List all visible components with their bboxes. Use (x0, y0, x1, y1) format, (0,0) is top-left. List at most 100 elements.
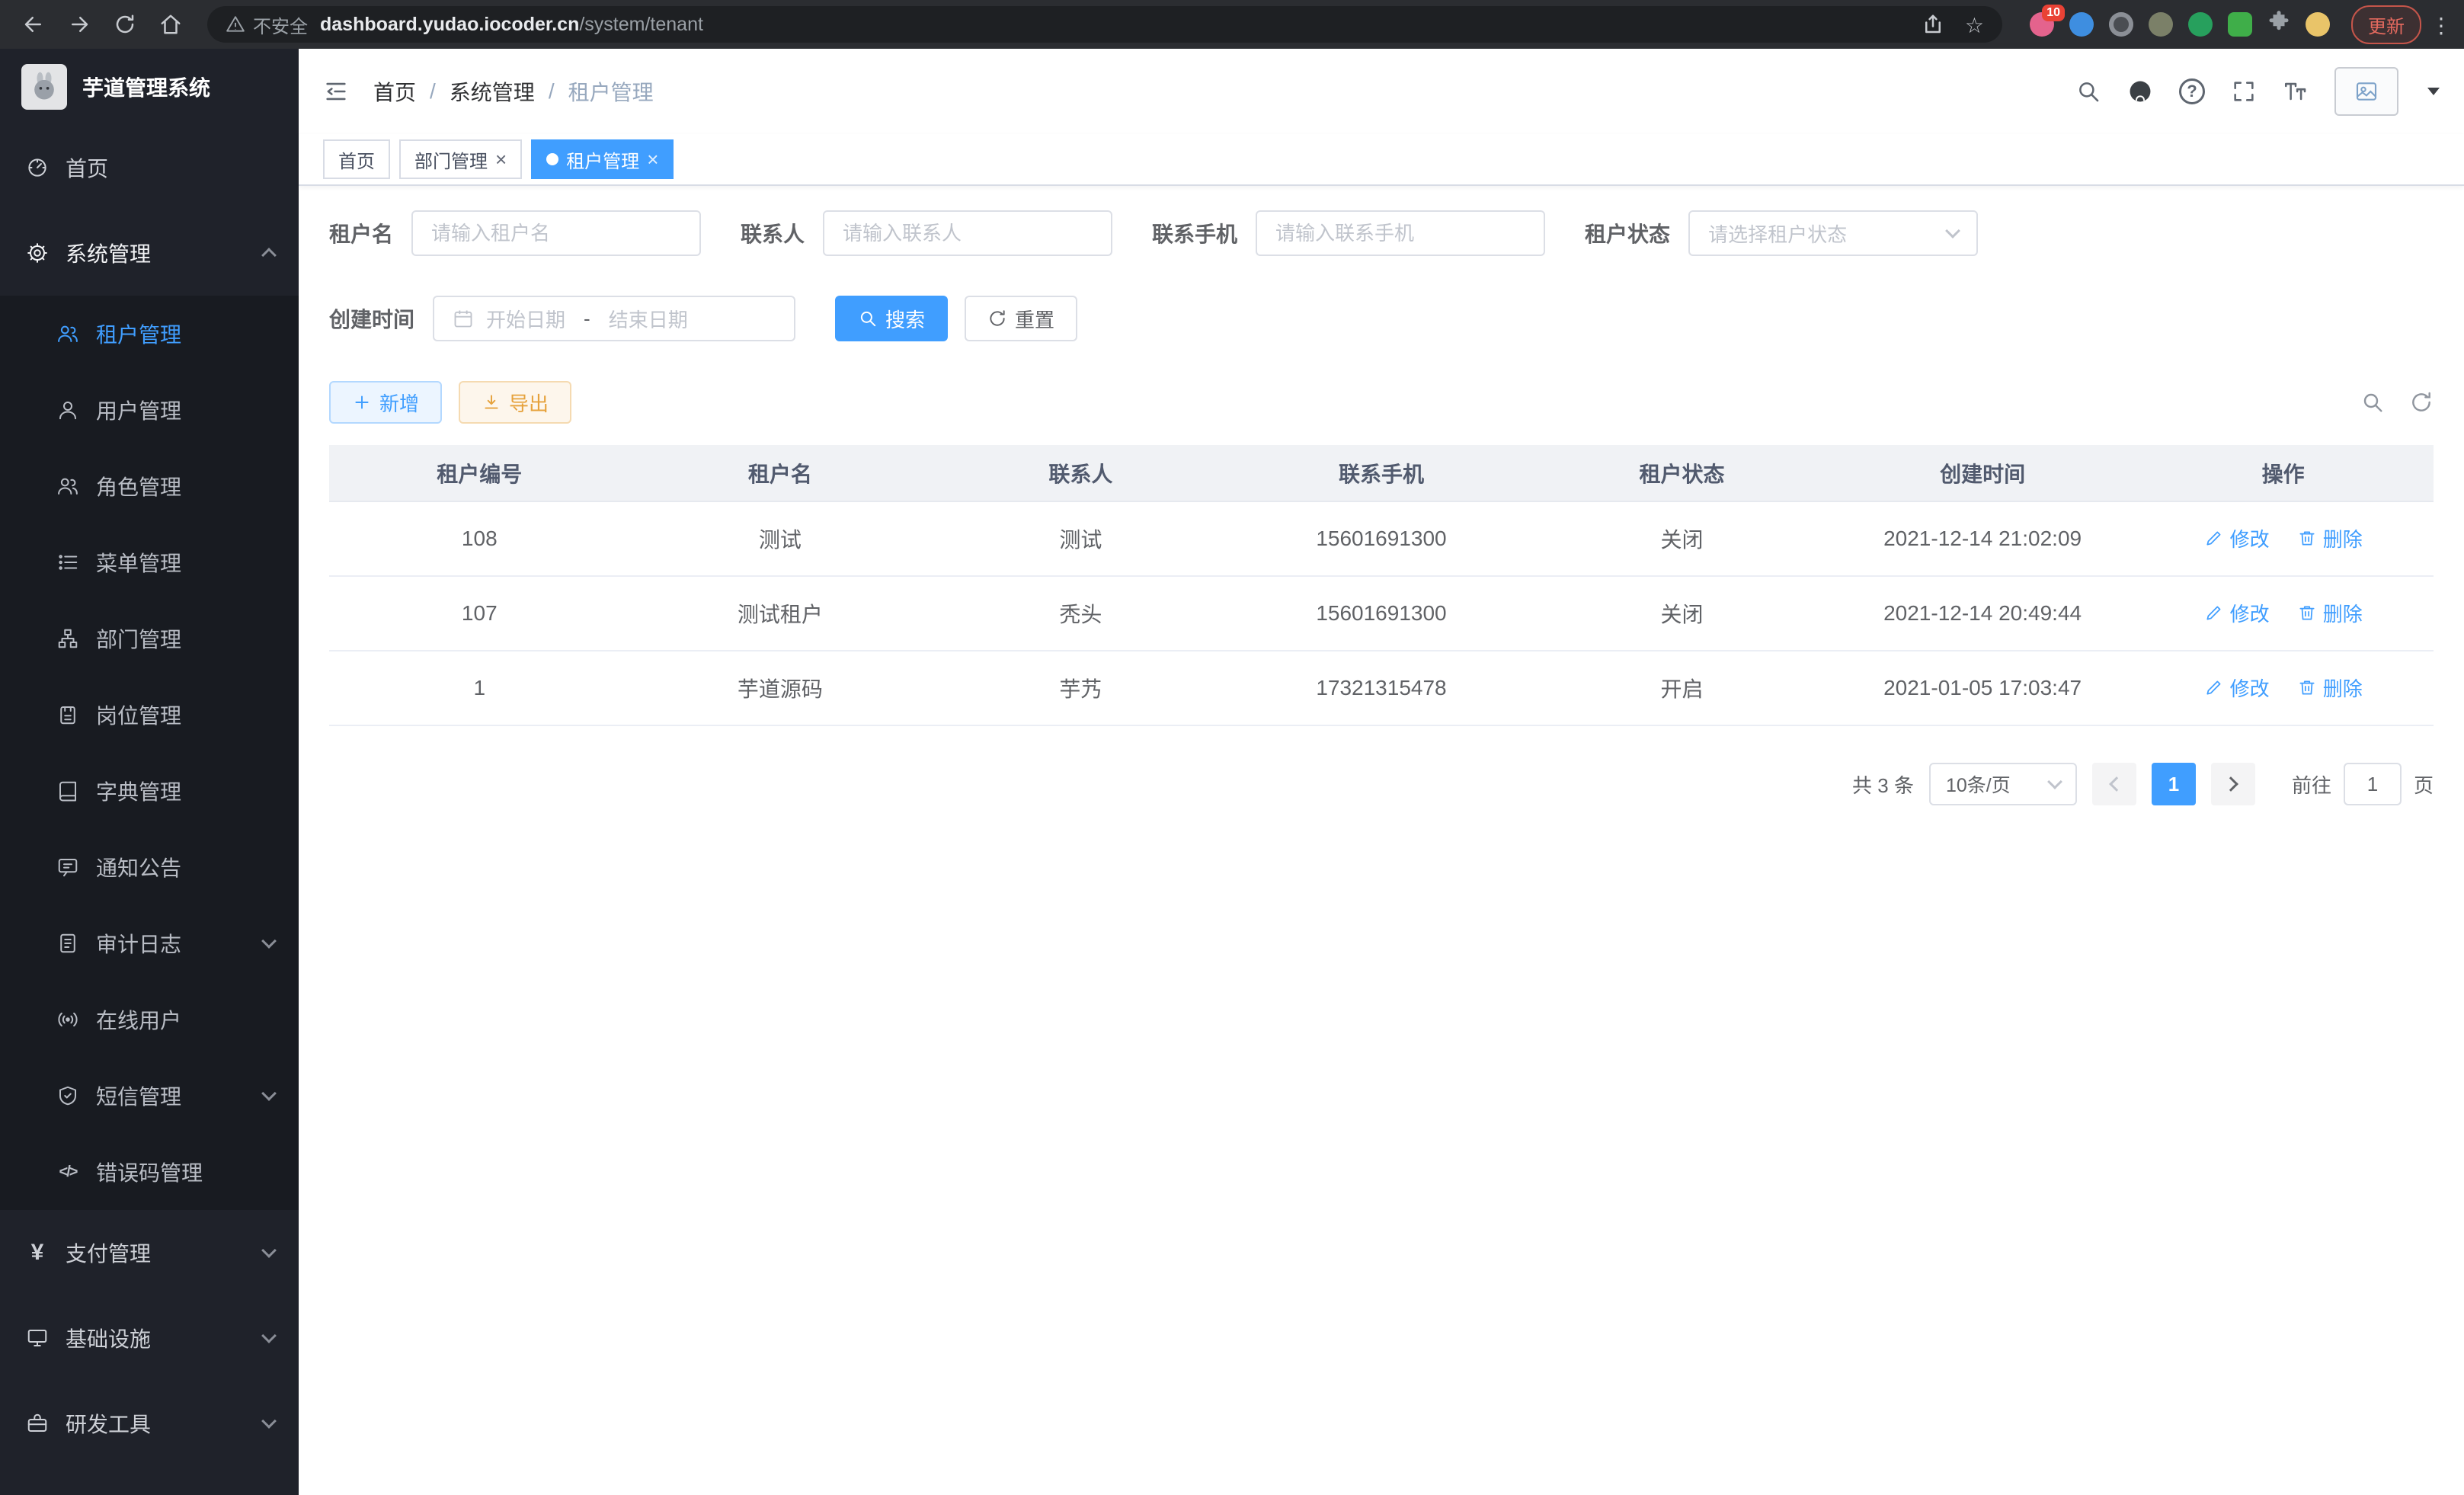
sidebar-item-system[interactable]: 系统管理 (0, 210, 299, 296)
chevron-down-icon (264, 940, 274, 946)
sidebar-item-notice[interactable]: 通知公告 (0, 829, 299, 905)
sidebar-item-dict[interactable]: 字典管理 (0, 753, 299, 829)
trash-icon (2297, 603, 2317, 623)
sidebar-item-pay[interactable]: 支付管理 (0, 1210, 299, 1295)
chevron-up-icon (264, 245, 274, 261)
contact-input[interactable] (823, 210, 1112, 256)
refresh-icon (987, 309, 1007, 328)
extensions-puzzle-icon[interactable] (2267, 10, 2290, 39)
goto-page-input[interactable] (2344, 763, 2402, 805)
profile-avatar[interactable] (2306, 12, 2330, 37)
sidebar-item-tenant[interactable]: 租户管理 (0, 296, 299, 372)
extension-icon[interactable]: 10 (2030, 12, 2054, 37)
date-start-placeholder: 开始日期 (486, 305, 565, 333)
page-unit-label: 页 (2414, 770, 2434, 799)
table-row: 1 芋道源码 芋艿 17321315478 开启 2021-01-05 17:0… (329, 651, 2434, 725)
reset-button[interactable]: 重置 (965, 296, 1077, 341)
reload-icon[interactable] (104, 3, 146, 46)
date-range-picker[interactable]: 开始日期 - 结束日期 (433, 296, 795, 341)
screen: 不安全 dashboard.yudao.iocoder.cn/system/te… (0, 0, 2464, 1495)
address-bar[interactable]: 不安全 dashboard.yudao.iocoder.cn/system/te… (207, 6, 2002, 43)
next-page-button[interactable] (2211, 763, 2255, 805)
edit-link[interactable]: 修改 (2204, 599, 2270, 627)
sidebar-item-menu[interactable]: 菜单管理 (0, 524, 299, 600)
fullscreen-icon[interactable] (2231, 78, 2257, 104)
sidebar-item-sms[interactable]: 短信管理 (0, 1058, 299, 1134)
home-icon[interactable] (149, 3, 192, 46)
download-icon (482, 392, 501, 412)
sidebar-item-user[interactable]: 用户管理 (0, 372, 299, 448)
caret-down-icon[interactable] (2427, 88, 2440, 95)
collapse-sidebar-icon[interactable] (323, 78, 349, 104)
create-time-label: 创建时间 (329, 303, 414, 334)
sidebar-item-home[interactable]: 首页 (0, 125, 299, 210)
bookmark-star-icon[interactable] (1965, 11, 1984, 39)
warning-icon (226, 14, 245, 34)
browser-chrome: 不安全 dashboard.yudao.iocoder.cn/system/te… (0, 0, 2464, 49)
chat-bubble-icon (55, 856, 81, 879)
toggle-search-icon[interactable] (2360, 390, 2385, 415)
delete-link[interactable]: 删除 (2297, 524, 2363, 552)
sidebar-item-errorcode[interactable]: 错误码管理 (0, 1134, 299, 1210)
breadcrumb-system[interactable]: 系统管理 (450, 76, 535, 107)
breadcrumb-home[interactable]: 首页 (373, 76, 416, 107)
security-chip[interactable]: 不安全 (226, 11, 308, 38)
chevron-down-icon (264, 1420, 274, 1426)
trash-icon (2297, 677, 2317, 697)
edit-link[interactable]: 修改 (2204, 524, 2270, 552)
search-button[interactable]: 搜索 (835, 296, 948, 341)
add-button[interactable]: 新增 (329, 381, 442, 424)
close-tab-icon[interactable]: × (647, 149, 658, 169)
tab-dept[interactable]: 部门管理 × (399, 139, 522, 179)
font-size-icon[interactable] (2283, 78, 2309, 104)
extension-icon[interactable] (2149, 12, 2173, 37)
dashboard-icon (24, 156, 50, 179)
status-select[interactable]: 请选择租户状态 (1688, 210, 1978, 256)
extension-icon[interactable] (2188, 12, 2213, 37)
system-submenu: 租户管理 用户管理 角色管理 菜单管理 (0, 296, 299, 1210)
sidebar-item-dept[interactable]: 部门管理 (0, 600, 299, 677)
back-icon[interactable] (12, 3, 55, 46)
phone-input[interactable] (1256, 210, 1545, 256)
tenant-name-input[interactable] (411, 210, 701, 256)
export-button[interactable]: 导出 (459, 381, 571, 424)
navbar-actions (2075, 67, 2440, 116)
prev-page-button[interactable] (2092, 763, 2136, 805)
page-size-select[interactable]: 10条/页 (1929, 763, 2077, 805)
extension-icon[interactable] (2109, 12, 2133, 37)
page-1-button[interactable]: 1 (2152, 763, 2196, 805)
sidebar-item-role[interactable]: 角色管理 (0, 448, 299, 524)
forward-icon[interactable] (58, 3, 101, 46)
chevron-down-icon (264, 1335, 274, 1341)
edit-link[interactable]: 修改 (2204, 674, 2270, 702)
sidebar-item-online[interactable]: 在线用户 (0, 981, 299, 1058)
role-people-icon (55, 475, 81, 498)
close-tab-icon[interactable]: × (495, 149, 507, 169)
share-icon[interactable] (1919, 11, 1947, 38)
delete-link[interactable]: 删除 (2297, 599, 2363, 627)
top-navbar: 首页 / 系统管理 / 租户管理 (299, 49, 2464, 134)
url-domain: dashboard.yudao.iocoder.cn (320, 14, 579, 35)
tab-home[interactable]: 首页 (323, 139, 390, 179)
update-button[interactable]: 更新 (2351, 5, 2421, 44)
sidebar-item-infra[interactable]: 基础设施 (0, 1295, 299, 1381)
extension-icon[interactable] (2228, 12, 2252, 37)
tab-tenant[interactable]: 租户管理 × (531, 139, 674, 179)
tenant-name-label: 租户名 (329, 218, 393, 248)
extension-icon[interactable] (2069, 12, 2094, 37)
delete-link[interactable]: 删除 (2297, 674, 2363, 702)
refresh-table-icon[interactable] (2409, 390, 2434, 415)
table-row: 108 测试 测试 15601691300 关闭 2021-12-14 21:0… (329, 501, 2434, 576)
help-icon[interactable] (2179, 78, 2205, 104)
chrome-menu-kebab-icon[interactable] (2430, 11, 2452, 39)
monitor-icon (24, 1327, 50, 1349)
app-logo: 芋道管理系统 (0, 49, 299, 125)
sidebar-item-devtools[interactable]: 研发工具 (0, 1381, 299, 1466)
calendar-icon (453, 308, 474, 329)
sidebar-item-post[interactable]: 岗位管理 (0, 677, 299, 753)
chevron-down-icon (264, 1093, 274, 1099)
search-icon[interactable] (2075, 78, 2101, 104)
github-icon[interactable] (2127, 78, 2153, 104)
user-avatar[interactable] (2334, 67, 2398, 116)
sidebar-item-auditlog[interactable]: 审计日志 (0, 905, 299, 981)
